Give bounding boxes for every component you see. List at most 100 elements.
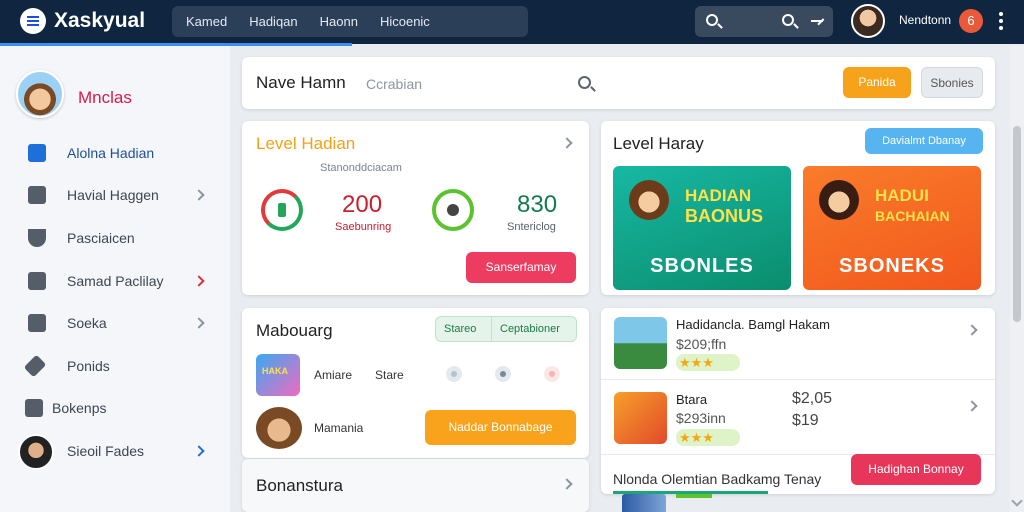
stat-label: Sntericlog — [507, 221, 556, 233]
banner-label: SBONLES — [650, 255, 754, 277]
top-nav: Kamed Hadiqan Haonn Hicoenic — [172, 6, 528, 37]
chevron-right-icon — [193, 189, 205, 201]
footer-text: Nlonda Olemtian Badkamg Tenay — [613, 471, 822, 487]
avatar[interactable] — [256, 407, 302, 449]
sidebar-item-6[interactable]: Ponids — [0, 348, 230, 384]
sidebar-item-7[interactable]: Bokenps — [0, 390, 230, 426]
list-item-value: $2,05 — [792, 390, 833, 407]
panel-title: Nave Hamn — [256, 73, 346, 92]
sidebar-item-label: Havial Haggen — [67, 187, 159, 203]
sidebar-item-3[interactable]: Pasciaicen — [0, 220, 230, 256]
stat-label: Saebunring — [335, 221, 392, 233]
sidebar-item-label: Soeka — [67, 315, 107, 331]
sidebar: Mnclas Alolna Hadian Havial Haggen Pasci… — [0, 46, 230, 512]
bonus-banner[interactable]: HADUI BACHAIAN SBONEKS — [803, 166, 981, 290]
row-label: Amiare — [314, 368, 353, 382]
game-thumbnail[interactable]: HAKA — [256, 354, 300, 396]
sidebar-item-label: Bokenps — [52, 400, 107, 416]
sidebar-item-label: Ponids — [67, 358, 110, 374]
chevron-right-icon[interactable] — [966, 400, 978, 412]
notification-badge[interactable]: 6 — [959, 9, 983, 33]
radio-option[interactable] — [544, 366, 560, 382]
segment-option[interactable]: Ceptabioner — [500, 323, 560, 335]
sidebar-item-label: Alolna Hadian — [67, 145, 155, 161]
nav-item-4[interactable]: Hicoenic — [380, 14, 430, 29]
nav-item-1[interactable]: Kamed — [186, 14, 227, 29]
chevron-right-icon — [193, 445, 205, 457]
scrollbar-thumb[interactable] — [1013, 126, 1021, 322]
avatar[interactable] — [851, 4, 885, 38]
character-image — [629, 180, 669, 220]
action-button[interactable]: Hadighan Bonnay — [851, 454, 981, 485]
segmented-control[interactable]: Stareo Ceptabioner — [435, 316, 577, 342]
target-ring-icon — [432, 189, 474, 231]
action-button[interactable]: Naddar Bonnabage — [425, 410, 576, 445]
progress-ring-icon — [261, 189, 303, 231]
thumbnail-text: HAKA — [262, 366, 288, 376]
search-icon[interactable] — [782, 14, 794, 26]
bonus-banner[interactable]: HADIAN BAONUS SBONLES — [613, 166, 791, 290]
character-image — [819, 180, 859, 220]
avatar[interactable] — [16, 70, 64, 118]
search-icon — [706, 14, 718, 26]
harvest-panel: Level Haray Davialmt Dbanay HADIAN BAONU… — [601, 121, 995, 295]
user-name[interactable]: Nendtonn — [899, 13, 951, 27]
sidebar-item-8[interactable]: Sieoil Fades — [0, 433, 230, 469]
secondary-button[interactable]: Sbonies — [921, 67, 983, 98]
stat-value: 200 — [342, 191, 383, 218]
banner-headline: BAONUS — [685, 206, 764, 226]
list-item-value: $19 — [792, 412, 819, 429]
search-input[interactable] — [695, 6, 833, 37]
bonanstura-panel[interactable]: Bonanstura — [242, 459, 589, 512]
sidebar-item-4[interactable]: Samad Paclilay — [0, 263, 230, 299]
sidebar-item-5[interactable]: Soeka — [0, 305, 230, 341]
chevron-right-icon — [193, 275, 205, 287]
action-button[interactable]: Sanserfamay — [466, 252, 576, 283]
chevron-right-icon[interactable] — [966, 324, 978, 336]
search-input[interactable]: Ccrabian — [366, 76, 422, 92]
banner-label: SBONEKS — [839, 255, 945, 277]
list-item-title: Btara — [676, 392, 708, 407]
banner-headline: HADUI — [875, 186, 929, 205]
top-bar: Xaskyual Kamed Hadiqan Haonn Hicoenic Ne… — [0, 0, 1024, 44]
calendar-icon — [28, 314, 46, 332]
users-icon — [28, 186, 46, 204]
chevron-right-icon[interactable] — [561, 478, 573, 490]
action-button[interactable]: Davialmt Dbanay — [865, 128, 983, 154]
sidebar-item-label: Pasciaicen — [67, 230, 135, 246]
panel-title: Mabouarg — [256, 321, 333, 340]
more-icon[interactable] — [999, 12, 1003, 30]
mabouarg-panel: Mabouarg Stareo Ceptabioner HAKA Amiare … — [242, 308, 589, 458]
list-panel: Hadidancla. Bamgl Hakam $209;ffn ★★★ Bta… — [601, 308, 995, 494]
row-label: Stare — [375, 368, 404, 382]
rating-stars: ★★★ — [676, 429, 740, 446]
sidebar-item-2[interactable]: Havial Haggen — [0, 177, 230, 213]
bookmark-icon — [28, 144, 46, 162]
search-panel: Nave Hamn Ccrabian Panida Sbonies — [242, 57, 995, 109]
radio-option[interactable] — [446, 366, 462, 382]
search-icon[interactable] — [578, 76, 591, 89]
nav-item-3[interactable]: Haonn — [320, 14, 358, 29]
panel-title: Level Haray — [613, 134, 704, 153]
chevron-right-icon — [193, 317, 205, 329]
primary-button[interactable]: Panida — [843, 67, 911, 98]
profile-name: Mnclas — [78, 88, 132, 107]
chevron-right-icon[interactable] — [561, 137, 573, 149]
panel-subtitle: Stanonddciacam — [320, 162, 402, 174]
game-thumbnail[interactable] — [614, 392, 667, 444]
rating-stars: ★★★ — [676, 354, 740, 371]
tag-icon — [23, 354, 47, 378]
segment-option[interactable]: Stareo — [444, 323, 476, 335]
list-item-price: $209;ffn — [676, 336, 727, 352]
radio-option[interactable] — [495, 366, 511, 382]
menu-icon[interactable] — [20, 8, 46, 34]
banner-headline: BACHAIAN — [875, 208, 950, 224]
game-thumbnail[interactable] — [622, 494, 666, 512]
list-item-title: Hadidancla. Bamgl Hakam — [676, 317, 830, 332]
game-thumbnail[interactable] — [614, 317, 667, 369]
filter-icon[interactable] — [811, 20, 823, 22]
banner-headline: HADIAN — [685, 186, 752, 205]
sidebar-item-1[interactable]: Alolna Hadian — [0, 135, 230, 171]
nav-item-2[interactable]: Hadiqan — [249, 14, 297, 29]
sidebar-item-label: Sieoil Fades — [67, 443, 145, 459]
